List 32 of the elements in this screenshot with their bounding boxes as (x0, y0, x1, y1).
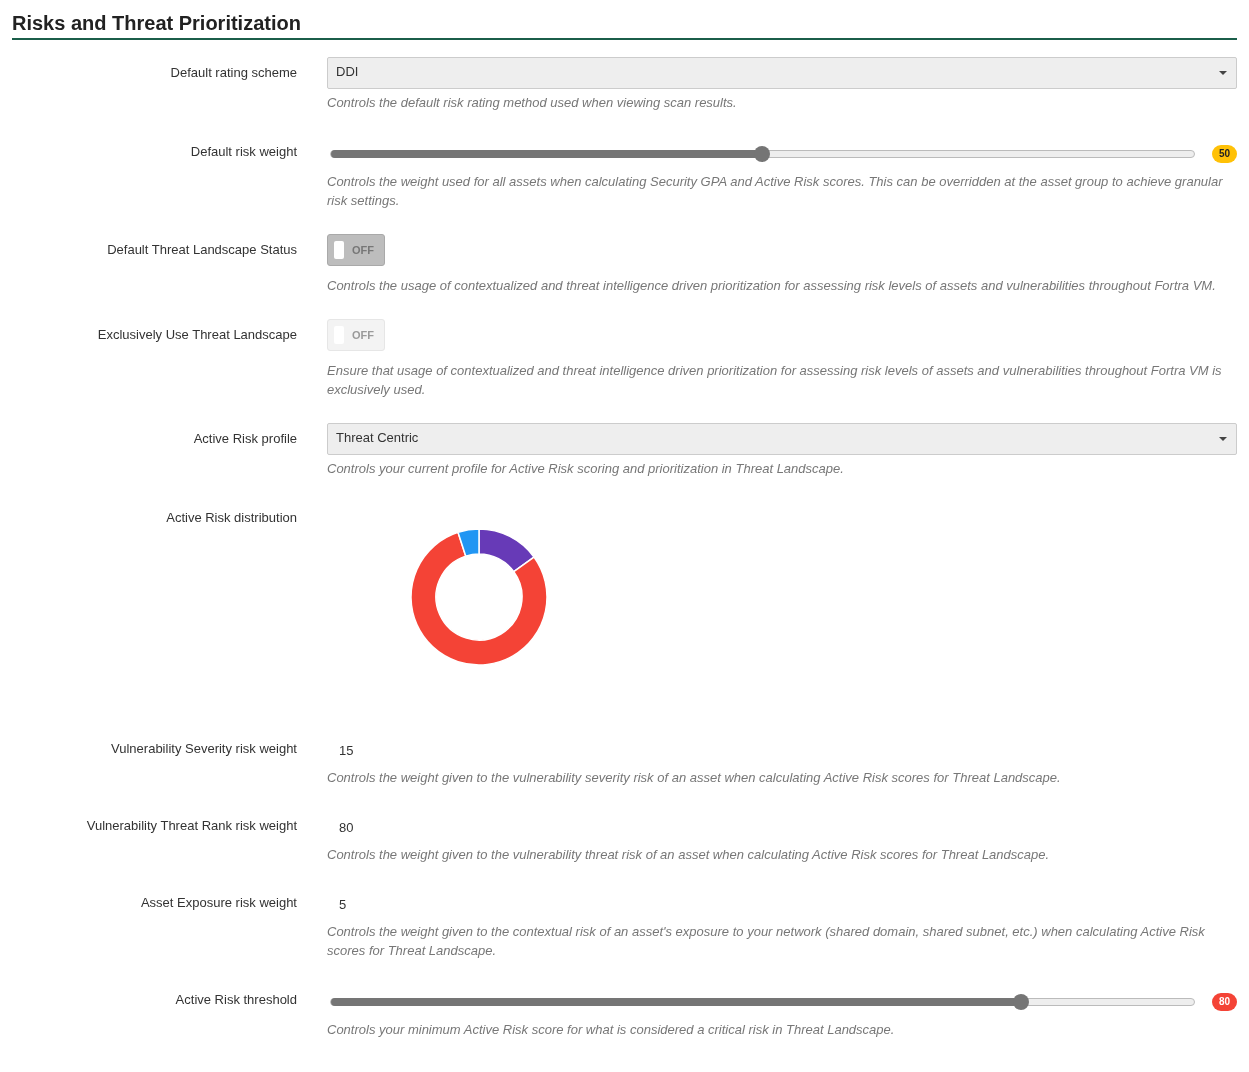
value-badge: 50 (1211, 145, 1237, 163)
help-text: Controls the usage of contextualized and threat intelligence driven prioritization for assessing risk levels of assets and vulnerabilities throughout Fortra VM. (327, 277, 1217, 295)
field-label: Active Risk distribution (165, 509, 297, 527)
help-text: Controls the weight given to the contextual risk of an asset's exposure to your network (shared domain, shared subnet, etc.) when calculating Active Risk scores for Threat Landscape. (327, 923, 1206, 960)
number-field[interactable]: 5 (327, 888, 527, 920)
help-text: Controls the weight used for all assets when calculating Security GPA and Active Risk scores. This can be overridden at the asset group to achieve granular risk settings. (327, 173, 1224, 210)
help-text: Controls the default risk rating method used when viewing scan results. (327, 94, 738, 112)
field-label: Asset Exposure risk weight (139, 894, 297, 912)
number-field[interactable]: 15 (327, 734, 527, 766)
help-text: Controls the weight given to the vulnerability severity risk of an asset when calculating Active Risk scores for Threat Landscape. (327, 769, 1062, 787)
field-label: Vulnerability Severity risk weight (110, 740, 297, 758)
caret-icon (1218, 436, 1228, 442)
number-field[interactable]: 80 (327, 811, 527, 843)
field-label: Default Threat Landscape Status (106, 241, 297, 259)
dropdown[interactable]: Threat Centric (327, 423, 1237, 455)
field-label: Active Risk threshold (174, 991, 297, 1009)
help-text: Controls your minimum Active Risk score for what is considered a critical risk in Threat Landscape. (327, 1021, 896, 1039)
field-label: Active Risk profile (192, 430, 297, 448)
field-label: Default risk weight (189, 143, 297, 161)
value-badge: 80 (1211, 993, 1237, 1011)
help-text: Controls your current profile for Active Risk scoring and prioritization in Threat Landscape. (327, 460, 845, 478)
slider-thumb[interactable] (754, 146, 771, 162)
help-text: Controls the weight given to the vulnerability threat risk of an asset when calculating Active Risk scores for Threat Landscape. (327, 846, 1051, 864)
field-label: Exclusively Use Threat Landscape (96, 326, 297, 344)
field-label: Vulnerability Threat Rank risk weight (85, 817, 297, 835)
toggle-knob (334, 241, 344, 259)
field-label: Default rating scheme (169, 64, 297, 82)
help-text: Ensure that usage of contextualized and threat intelligence driven prioritization for assessing risk levels of assets and vulnerabilities throughout Fortra VM is exclusively used. (327, 362, 1223, 399)
section-title: Risks and Threat Prioritization (12, 10, 1237, 40)
dropdown[interactable]: DDI (327, 57, 1237, 89)
slider-thumb[interactable] (1013, 994, 1030, 1010)
caret-icon (1218, 70, 1228, 76)
